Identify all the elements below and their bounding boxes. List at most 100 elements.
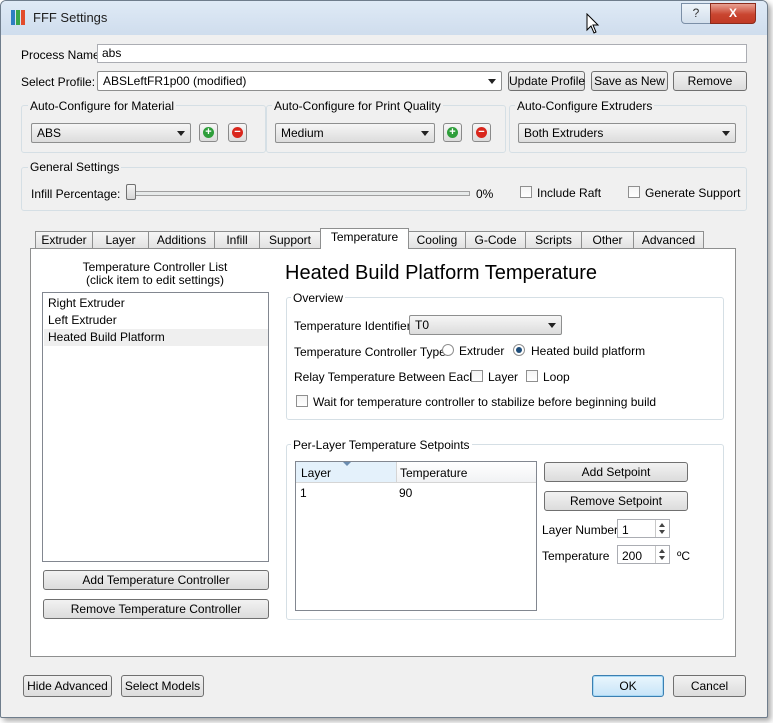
tab-layer[interactable]: Layer — [92, 231, 149, 248]
controller-list-hint: (click item to edit settings) — [85, 273, 225, 287]
include-raft-checkbox[interactable] — [520, 186, 532, 198]
controller-item-heated-build-platform[interactable]: Heated Build Platform — [44, 329, 268, 346]
layer-number-spinbox[interactable]: 1 — [617, 519, 670, 538]
tab-infill[interactable]: Infill — [214, 231, 260, 248]
cancel-button[interactable]: Cancel — [673, 675, 746, 697]
infill-slider-track[interactable] — [126, 191, 470, 196]
minus-icon: − — [232, 127, 243, 138]
add-temperature-controller-button[interactable]: Add Temperature Controller — [43, 570, 269, 590]
save-as-new-button[interactable]: Save as New — [591, 71, 668, 91]
generate-support-label: Generate Support — [645, 186, 741, 200]
ok-button[interactable]: OK — [592, 675, 664, 697]
profile-select-value: ABSLeftFR1p00 (modified) — [103, 74, 247, 88]
chevron-up-icon[interactable] — [659, 549, 665, 553]
chevron-down-icon — [488, 79, 496, 84]
infill-percentage-value: 0% — [476, 187, 494, 201]
relay-layer-checkbox[interactable] — [471, 370, 483, 382]
wait-stabilize-checkbox[interactable] — [296, 395, 308, 407]
close-button[interactable]: X — [710, 3, 756, 24]
setpoints-table-header: Layer Temperature — [296, 462, 536, 483]
controller-type-platform-radio[interactable] — [513, 344, 525, 356]
process-name-input[interactable]: abs — [97, 44, 747, 63]
controller-type-extruder-label: Extruder — [459, 344, 505, 358]
overview-title: Overview — [291, 291, 346, 305]
app-logo-icon — [11, 10, 25, 25]
add-setpoint-button[interactable]: Add Setpoint — [544, 462, 688, 482]
minus-icon: − — [476, 127, 487, 138]
temperature-heading: Heated Build Platform Temperature — [285, 262, 598, 284]
include-raft-label: Include Raft — [537, 186, 602, 200]
update-profile-button[interactable]: Update Profile — [508, 71, 585, 91]
generate-support-checkbox[interactable] — [628, 186, 640, 198]
controller-list-title: Temperature Controller List — [82, 260, 228, 274]
tab-other[interactable]: Other — [581, 231, 634, 248]
auto-configure-extruders-title: Auto-Configure Extruders — [515, 99, 655, 113]
controller-item-left-extruder[interactable]: Left Extruder — [44, 312, 268, 329]
remove-setpoint-button[interactable]: Remove Setpoint — [544, 491, 688, 511]
temperature-controller-list[interactable]: Right Extruder Left Extruder Heated Buil… — [42, 292, 269, 562]
table-row[interactable]: 1 90 — [296, 484, 536, 501]
window-title: FFF Settings — [33, 10, 108, 25]
plus-icon: + — [447, 127, 458, 138]
chevron-up-icon[interactable] — [659, 523, 665, 527]
controller-type-extruder-radio[interactable] — [442, 344, 454, 356]
chevron-down-icon — [177, 131, 185, 136]
relay-layer-label: Layer — [488, 370, 519, 384]
help-button[interactable]: ? — [681, 3, 711, 24]
chevron-down-icon[interactable] — [659, 556, 665, 560]
relay-temperature-label: Relay Temperature Between Each: — [294, 370, 480, 384]
tab-extruder[interactable]: Extruder — [35, 231, 93, 248]
material-select[interactable]: ABS — [31, 123, 191, 143]
temperature-value: 200 — [622, 549, 643, 563]
setpoints-table[interactable]: Layer Temperature 1 90 — [295, 461, 537, 611]
temperature-label: Temperature — [542, 549, 610, 563]
print-quality-select[interactable]: Medium — [275, 123, 435, 143]
hide-advanced-button[interactable]: Hide Advanced — [23, 675, 112, 697]
relay-loop-label: Loop — [543, 370, 570, 384]
layer-number-value: 1 — [622, 523, 629, 537]
relay-loop-checkbox[interactable] — [526, 370, 538, 382]
profile-select[interactable]: ABSLeftFR1p00 (modified) — [97, 71, 502, 91]
temperature-identifier-label: Temperature Identifier — [294, 319, 411, 333]
infill-slider-handle[interactable] — [126, 184, 136, 200]
sort-indicator-icon — [343, 462, 351, 466]
temperature-identifier-value: T0 — [415, 318, 430, 332]
layer-number-label: Layer Number — [542, 523, 619, 537]
tab-support[interactable]: Support — [259, 231, 321, 248]
dialog-body: Process Name: abs Select Profile: ABSLef… — [8, 35, 760, 710]
auto-configure-material-title: Auto-Configure for Material — [28, 99, 177, 113]
remove-profile-button[interactable]: Remove — [673, 71, 747, 91]
tab-scripts[interactable]: Scripts — [525, 231, 582, 248]
column-header-temperature[interactable]: Temperature — [400, 466, 467, 480]
chevron-down-icon — [421, 131, 429, 136]
remove-material-button[interactable]: − — [228, 123, 247, 142]
title-bar[interactable]: FFF Settings ? X — [1, 1, 767, 35]
fff-settings-window: FFF Settings ? X Process Name: abs Selec… — [0, 0, 768, 718]
column-header-layer-label: Layer — [301, 466, 332, 480]
extruders-select[interactable]: Both Extruders — [518, 123, 736, 143]
chevron-down-icon — [722, 131, 730, 136]
tab-cooling[interactable]: Cooling — [408, 231, 466, 248]
tab-advanced[interactable]: Advanced — [633, 231, 704, 248]
apply-material-button[interactable]: + — [199, 123, 218, 142]
spin-buttons[interactable] — [655, 520, 669, 537]
temperature-spinbox[interactable]: 200 — [617, 545, 670, 564]
table-cell-temperature: 90 — [399, 486, 413, 500]
spin-buttons[interactable] — [655, 546, 669, 563]
apply-quality-button[interactable]: + — [443, 123, 462, 142]
select-profile-label: Select Profile: — [21, 75, 96, 89]
tab-gcode[interactable]: G-Code — [465, 231, 526, 248]
remove-quality-button[interactable]: − — [472, 123, 491, 142]
controller-type-label: Temperature Controller Type: — [294, 345, 450, 359]
tab-temperature[interactable]: Temperature — [320, 228, 409, 249]
controller-item-right-extruder[interactable]: Right Extruder — [44, 295, 268, 312]
setpoints-title: Per-Layer Temperature Setpoints — [291, 438, 472, 452]
select-models-button[interactable]: Select Models — [121, 675, 204, 697]
temperature-identifier-select[interactable]: T0 — [409, 315, 562, 335]
column-header-layer[interactable]: Layer — [296, 462, 397, 482]
remove-temperature-controller-button[interactable]: Remove Temperature Controller — [43, 599, 269, 619]
mouse-cursor-icon — [586, 13, 600, 34]
tab-additions[interactable]: Additions — [148, 231, 215, 248]
chevron-down-icon[interactable] — [659, 530, 665, 534]
temperature-tab-panel: Temperature Controller List (click item … — [30, 248, 736, 657]
